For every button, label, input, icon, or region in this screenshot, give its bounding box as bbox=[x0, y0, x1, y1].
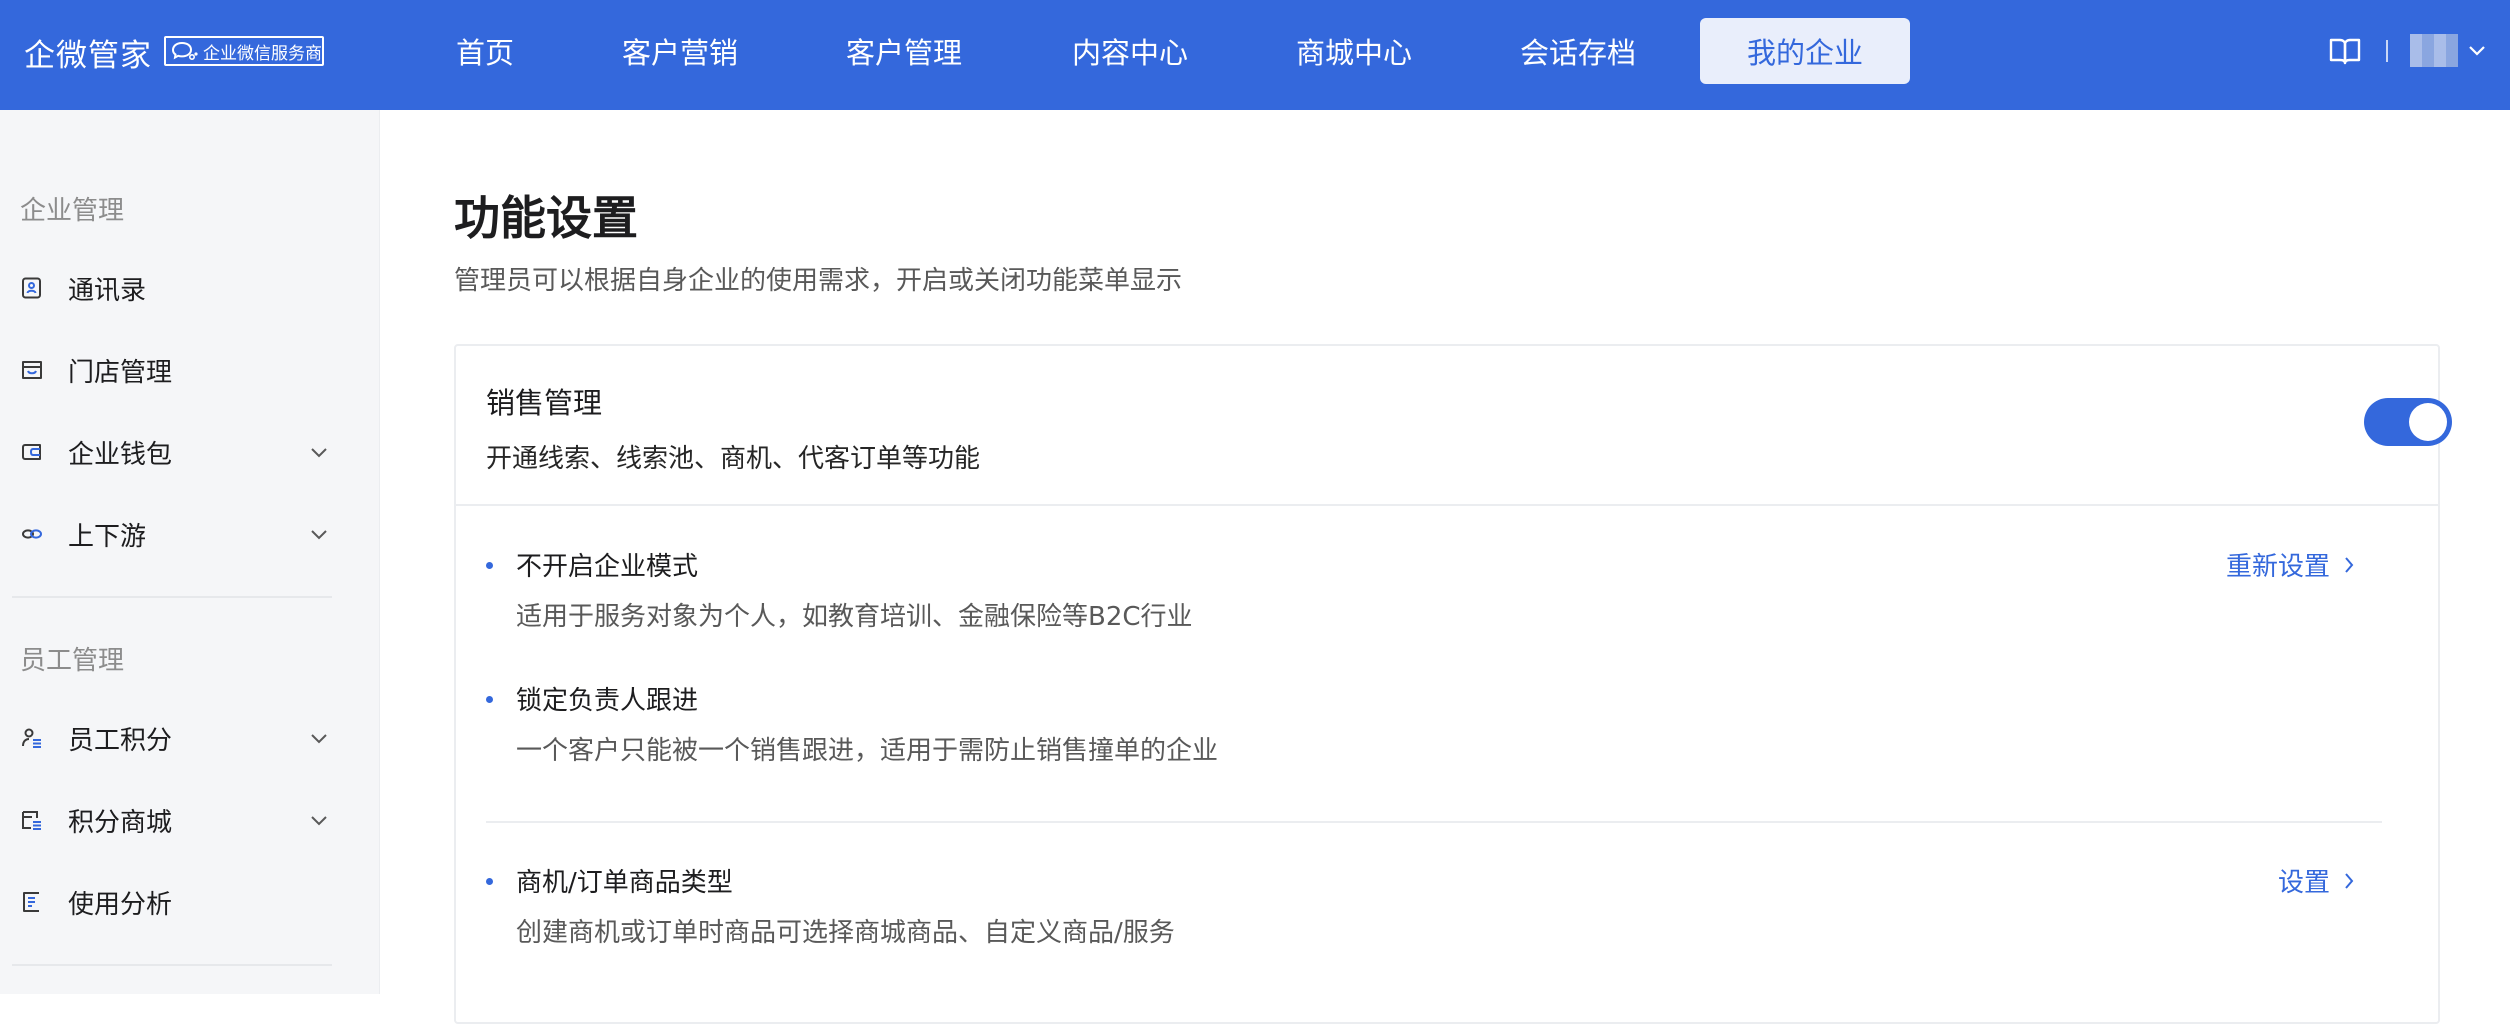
option-description: 适用于服务对象为个人，如教育培训、金融保险等B2C行业 bbox=[516, 602, 1193, 632]
chevron-right-icon[interactable] bbox=[2344, 872, 2354, 890]
nav-customer-marketing[interactable]: 客户营销 bbox=[592, 18, 768, 84]
chevron-down-icon[interactable] bbox=[2468, 45, 2486, 57]
sidebar-section-title: 企业管理 bbox=[20, 196, 125, 226]
sidebar-item-usage-analysis[interactable]: 使用分析 bbox=[0, 872, 380, 932]
option-enterprise-mode: 不开启企业模式 适用于服务对象为个人，如教育培训、金融保险等B2C行业 重新设置 bbox=[486, 546, 2386, 632]
top-navigation-bar: 企微管家 企业微信服务商 首页 客户营销 客户管理 内容中心 商城中心 会话存档… bbox=[0, 0, 2510, 110]
link-icon bbox=[22, 529, 42, 539]
sidebar-item-employee-points[interactable]: 员工积分 bbox=[0, 708, 380, 768]
option-title: 锁定负责人跟进 bbox=[516, 686, 699, 716]
settings-link-label[interactable]: 设置 bbox=[2278, 862, 2330, 899]
nav-content-center[interactable]: 内容中心 bbox=[1042, 18, 1218, 84]
chevron-down-icon[interactable] bbox=[310, 815, 328, 826]
sidebar-section-title: 员工管理 bbox=[20, 646, 125, 676]
sidebar-divider bbox=[12, 596, 332, 598]
feature-toggle-switch[interactable] bbox=[2364, 398, 2452, 446]
sidebar-item-label: 积分商城 bbox=[68, 807, 173, 838]
nav-mall-center[interactable]: 商城中心 bbox=[1266, 18, 1442, 84]
feature-description: 开通线索、线索池、商机、代客订单等功能 bbox=[486, 444, 981, 474]
nav-chat-archive[interactable]: 会话存档 bbox=[1490, 18, 1666, 84]
user-menu[interactable] bbox=[2410, 34, 2486, 68]
reset-link-label[interactable]: 重新设置 bbox=[2226, 546, 2330, 583]
service-provider-badge: 企业微信服务商 bbox=[164, 36, 324, 66]
sidebar-item-points-mall[interactable]: 积分商城 bbox=[0, 790, 380, 850]
sidebar-item-upstream-downstream[interactable]: 上下游 bbox=[0, 504, 380, 564]
wecom-icon bbox=[171, 41, 198, 61]
feature-card-header: 销售管理 开通线索、线索池、商机、代客订单等功能 bbox=[456, 346, 2452, 506]
nav-my-enterprise[interactable]: 我的企业 bbox=[1700, 18, 1910, 84]
bullet bbox=[486, 878, 493, 885]
toggle-knob bbox=[2409, 403, 2447, 441]
option-description: 一个客户只能被一个销售跟进，适用于需防止销售撞单的企业 bbox=[516, 736, 1219, 766]
analysis-icon bbox=[23, 892, 39, 912]
sidebar: 企业管理 通讯录 门店管理 企业钱包 上下游 员工管理 员工积分 积分商城 使用… bbox=[0, 110, 380, 994]
sidebar-item-label: 使用分析 bbox=[68, 889, 173, 920]
option-lock-owner: 锁定负责人跟进 一个客户只能被一个销售跟进，适用于需防止销售撞单的企业 bbox=[486, 680, 2386, 766]
sidebar-item-contacts[interactable]: 通讯录 bbox=[0, 258, 380, 318]
page-title: 功能设置 bbox=[454, 191, 638, 245]
sidebar-item-label: 企业钱包 bbox=[68, 439, 173, 470]
book-icon[interactable] bbox=[2328, 36, 2362, 66]
settings-link[interactable]: 设置 bbox=[2278, 862, 2354, 899]
option-description: 创建商机或订单时商品可选择商城商品、自定义商品/服务 bbox=[516, 918, 1175, 948]
sidebar-item-label: 上下游 bbox=[68, 521, 147, 552]
sidebar-item-label: 员工积分 bbox=[68, 725, 173, 756]
feature-card-sales-management: 销售管理 开通线索、线索池、商机、代客订单等功能 不开启企业模式 适用于服务对象… bbox=[454, 344, 2452, 1024]
chevron-down-icon[interactable] bbox=[310, 733, 328, 744]
badge-text: 企业微信服务商 bbox=[203, 43, 322, 64]
option-divider bbox=[486, 821, 2382, 823]
brand-logo: 企微管家 bbox=[24, 38, 152, 74]
contacts-icon bbox=[22, 277, 41, 299]
user-points-icon bbox=[22, 728, 41, 748]
bullet bbox=[486, 696, 493, 703]
option-title: 商机/订单商品类型 bbox=[516, 868, 733, 898]
chevron-right-icon[interactable] bbox=[2344, 556, 2354, 574]
header-divider bbox=[2386, 40, 2388, 62]
wallet-icon bbox=[22, 444, 41, 460]
page-description: 管理员可以根据自身企业的使用需求，开启或关闭功能菜单显示 bbox=[454, 266, 1183, 296]
sidebar-item-store-management[interactable]: 门店管理 bbox=[0, 340, 380, 400]
nav-home[interactable]: 首页 bbox=[422, 18, 548, 84]
nav-customer-management[interactable]: 客户管理 bbox=[816, 18, 992, 84]
option-title: 不开启企业模式 bbox=[516, 552, 699, 582]
sidebar-item-wallet[interactable]: 企业钱包 bbox=[0, 422, 380, 482]
sidebar-item-label: 通讯录 bbox=[68, 275, 147, 306]
sidebar-item-label: 门店管理 bbox=[68, 357, 173, 388]
avatar[interactable] bbox=[2410, 34, 2458, 68]
main-content: 功能设置 管理员可以根据自身企业的使用需求，开启或关闭功能菜单显示 销售管理 开… bbox=[380, 110, 2510, 1024]
chevron-down-icon[interactable] bbox=[310, 529, 328, 540]
reset-link[interactable]: 重新设置 bbox=[2226, 546, 2354, 583]
option-product-type: 商机/订单商品类型 创建商机或订单时商品可选择商城商品、自定义商品/服务 设置 bbox=[486, 862, 2386, 948]
sidebar-divider bbox=[12, 964, 332, 966]
bullet bbox=[486, 562, 493, 569]
chevron-down-icon[interactable] bbox=[310, 447, 328, 458]
store-icon bbox=[22, 361, 42, 379]
points-mall-icon bbox=[22, 811, 41, 830]
feature-title: 销售管理 bbox=[486, 386, 603, 420]
